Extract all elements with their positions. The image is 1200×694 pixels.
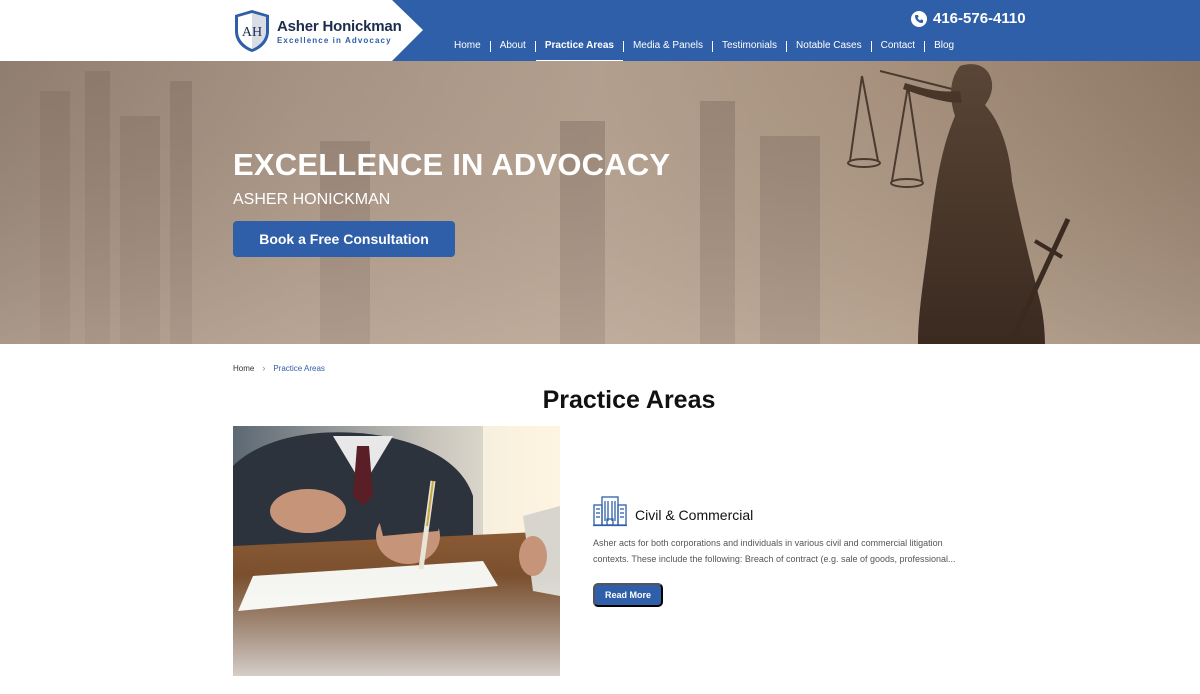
nav-media-panels[interactable]: Media & Panels	[624, 38, 712, 54]
breadcrumb-home[interactable]: Home	[233, 364, 254, 373]
book-consultation-button[interactable]: Book a Free Consultation	[233, 221, 455, 257]
nav-about[interactable]: About	[491, 38, 535, 54]
logo-monogram: AH	[242, 25, 262, 40]
read-more-button[interactable]: Read More	[593, 583, 663, 607]
hero-title: EXCELLENCE IN ADVOCACY	[233, 147, 671, 182]
nav-contact[interactable]: Contact	[872, 38, 924, 54]
nav-testimonials[interactable]: Testimonials	[713, 38, 786, 54]
practice-area-title: Civil & Commercial	[635, 507, 754, 523]
phone-link[interactable]: 416-576-4110	[911, 10, 1026, 27]
nav-home[interactable]: Home	[445, 38, 490, 54]
page-title: Practice Areas	[542, 386, 716, 414]
breadcrumb-current: Practice Areas	[273, 363, 325, 373]
site-header: AH Asher Honickman Excellence in Advocac…	[0, 0, 1200, 63]
hero-subtitle: ASHER HONICKMAN	[233, 191, 391, 208]
nav-notable-cases[interactable]: Notable Cases	[787, 38, 871, 54]
description-line: contexts. These include the following: B…	[593, 553, 956, 564]
logo-name: Asher Honickman	[277, 17, 402, 35]
nav-practice-areas[interactable]: Practice Areas	[535, 38, 624, 63]
hero-background-image	[0, 61, 1200, 344]
building-icon	[593, 496, 627, 527]
phone-number: 416-576-4110	[933, 10, 1026, 27]
site-logo[interactable]: AH Asher Honickman Excellence in Advocac…	[233, 9, 402, 53]
shield-logo-icon: AH	[235, 10, 269, 52]
practice-area-image	[233, 426, 560, 676]
handshake-document-image	[233, 426, 560, 676]
chevron-right-icon: ›	[262, 363, 266, 373]
nav-blog[interactable]: Blog	[925, 38, 963, 54]
description-line: Asher acts for both corporations and ind…	[593, 538, 943, 548]
breadcrumb: Home › Practice Areas	[233, 363, 325, 373]
practice-area-description: Asher acts for both corporations and ind…	[593, 536, 1023, 567]
logo-tagline: Excellence in Advocacy	[277, 35, 392, 45]
hero-banner: EXCELLENCE IN ADVOCACY ASHER HONICKMAN B…	[0, 61, 1200, 344]
main-nav: Home About Practice Areas Media & Panels…	[445, 38, 963, 63]
phone-icon	[911, 10, 927, 27]
